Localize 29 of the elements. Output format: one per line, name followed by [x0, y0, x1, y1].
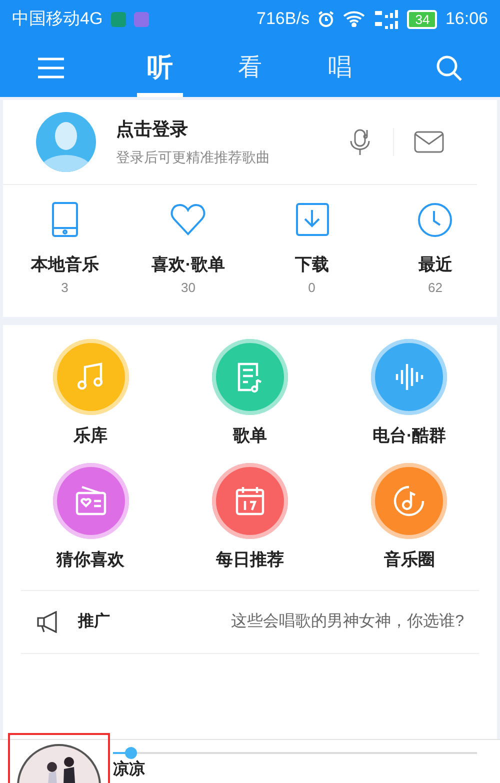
menu-button[interactable]: [38, 56, 64, 78]
feature-item[interactable]: 电台·酷群: [330, 339, 489, 448]
feature-item[interactable]: 猜你喜欢: [11, 462, 170, 572]
carrier-text: 中国移动4G: [12, 8, 103, 30]
shortcut-item[interactable]: 下载 0: [250, 200, 374, 297]
battery-indicator: 34: [407, 10, 438, 28]
promo-text: 这些会唱歌的男神女神，你选谁?: [231, 612, 464, 632]
promo-row[interactable]: 推广 这些会唱歌的男神女神，你选谁?: [21, 590, 479, 654]
feature-item[interactable]: 歌单: [170, 339, 330, 448]
wifi-icon: [343, 11, 366, 27]
search-button[interactable]: [436, 54, 462, 80]
progress-track[interactable]: [113, 747, 477, 759]
alarm-icon: [317, 10, 336, 28]
login-title[interactable]: 点击登录: [116, 116, 349, 143]
feature-item[interactable]: 乐库: [11, 339, 170, 448]
signal-icon: [373, 8, 400, 30]
mic-button[interactable]: [349, 128, 394, 156]
login-subtitle: 登录后可更精准推荐歌曲: [116, 148, 271, 167]
song-title: 凉凉: [113, 762, 146, 778]
shortcut-item[interactable]: 喜欢·歌单 30: [126, 200, 250, 297]
promo-label: 推广: [78, 611, 110, 632]
progress-thumb[interactable]: [125, 747, 138, 759]
shortcut-item[interactable]: 最近 62: [374, 200, 497, 297]
shortcut-item[interactable]: 本地音乐 3: [3, 200, 126, 297]
feature-item[interactable]: 音乐圈: [330, 462, 489, 572]
feature-item[interactable]: 每日推荐: [170, 462, 330, 572]
app-icon: [110, 12, 126, 26]
network-speed: 716B/s: [256, 8, 310, 30]
clock-text: 16:06: [445, 8, 488, 30]
